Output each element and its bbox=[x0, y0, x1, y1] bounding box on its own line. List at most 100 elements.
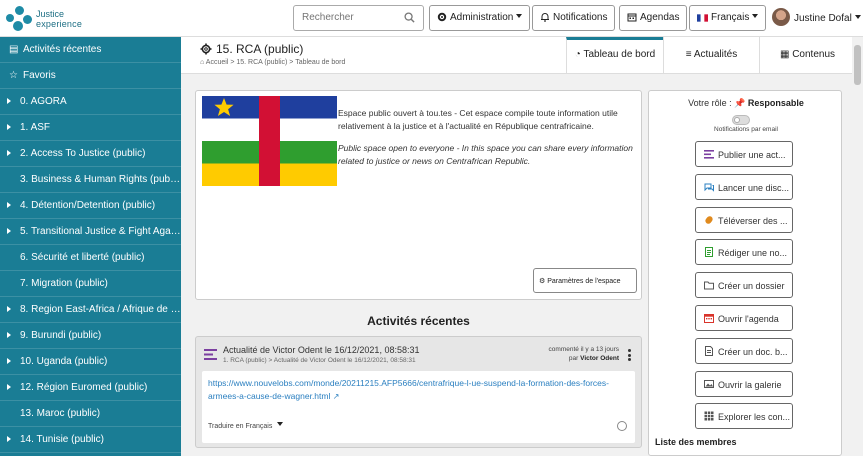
grid-icon: ▦ bbox=[779, 49, 790, 60]
user-menu[interactable]: Justine Dofal bbox=[772, 8, 861, 26]
logo-text-line2: experience bbox=[36, 19, 83, 29]
activity-body: https://www.nouvelobs.com/monde/20211215… bbox=[202, 371, 635, 443]
sidebar-item-space[interactable]: 14. Tunisie (public) bbox=[0, 427, 181, 453]
scrollbar[interactable] bbox=[852, 37, 863, 456]
chevron-right-icon[interactable] bbox=[7, 306, 11, 312]
recent-activities-title: Activités récentes bbox=[367, 314, 470, 328]
chevron-right-icon[interactable] bbox=[7, 436, 11, 442]
space-settings-button[interactable]: ⚙ Paramètres de l'espace bbox=[533, 268, 637, 293]
tab-news[interactable]: ≡ Actualités bbox=[663, 37, 759, 73]
sidebar-item-space[interactable]: 1. ASF bbox=[0, 115, 181, 141]
space-description: Espace public ouvert à tou.tes - Cet esp… bbox=[338, 107, 638, 168]
ouvrir-la-galerie-button[interactable]: Ouvrir la galerie bbox=[695, 370, 793, 397]
sidebar-item-recent-activities[interactable]: ▤ Activités récentes bbox=[0, 37, 181, 63]
action-label: Rédiger une no... bbox=[718, 248, 788, 259]
sidebar-item-space[interactable]: 6. Sécurité et liberté (public) bbox=[0, 245, 181, 271]
chevron-right-icon[interactable] bbox=[7, 202, 11, 208]
sidebar-item-space[interactable]: 9. Burundi (public) bbox=[0, 323, 181, 349]
chevron-right-icon[interactable] bbox=[7, 384, 11, 390]
sidebar-item-space[interactable]: 12. Région Euromed (public) bbox=[0, 375, 181, 401]
téléverser-des-button[interactable]: Téléverser des ... bbox=[695, 206, 793, 233]
more-options-icon[interactable] bbox=[628, 349, 631, 363]
sidebar-item-label: 6. Sécurité et liberté (public) bbox=[20, 252, 145, 263]
sidebar-item-label: 3. Business & Human Rights (public) bbox=[20, 174, 181, 185]
sidebar-item-label: 7. Migration (public) bbox=[20, 278, 108, 289]
chevron-right-icon[interactable] bbox=[7, 98, 11, 104]
gear-icon[interactable] bbox=[200, 43, 212, 55]
space-actions-panel: Votre rôle : 📌 Responsable Notifications… bbox=[648, 90, 842, 456]
sidebar-item-space[interactable]: 10. Uganda (public) bbox=[0, 349, 181, 375]
créer-un-doc-b-button[interactable]: Créer un doc. b... bbox=[695, 337, 793, 364]
agendas-button[interactable]: Agendas bbox=[619, 5, 688, 31]
top-bar: Justice experience Administration Notifi… bbox=[0, 0, 863, 37]
activity-title[interactable]: Actualité de Victor Odent le 16/12/2021,… bbox=[223, 345, 419, 355]
sidebar-item-space[interactable]: 4. Détention/Detention (public) bbox=[0, 193, 181, 219]
activity-item[interactable]: Actualité de Victor Odent le 16/12/2021,… bbox=[195, 336, 642, 448]
tab-contents[interactable]: ▦ Contenus bbox=[759, 37, 855, 73]
scrollbar-thumb[interactable] bbox=[854, 45, 861, 85]
chevron-right-icon[interactable] bbox=[7, 228, 11, 234]
description-english: Public space open to everyone - In this … bbox=[338, 143, 633, 166]
sidebar-item-space[interactable]: 2. Access To Justice (public) bbox=[0, 141, 181, 167]
sidebar-item-space[interactable]: 5. Transitional Justice & Fight Again... bbox=[0, 219, 181, 245]
search-box[interactable] bbox=[293, 5, 424, 31]
explorer-les-con-button[interactable]: Explorer les con... bbox=[695, 403, 793, 430]
breadcrumb-space[interactable]: 15. RCA (public) bbox=[236, 59, 287, 66]
chevron-right-icon[interactable] bbox=[7, 150, 11, 156]
sidebar-item-space[interactable]: 8. Region East-Africa / Afrique de l'... bbox=[0, 297, 181, 323]
action-label: Publier une act... bbox=[718, 150, 786, 160]
administration-menu-button[interactable]: Administration bbox=[429, 5, 531, 31]
document-icon bbox=[705, 345, 713, 356]
administration-label: Administration bbox=[450, 12, 514, 23]
logo[interactable]: Justice experience bbox=[6, 4, 106, 34]
action-label: Ouvrir l'agenda bbox=[718, 314, 779, 324]
notifications-label: Notifications bbox=[553, 12, 608, 23]
tab-dashboard[interactable]: ◔ Tableau de bord bbox=[566, 37, 663, 73]
activity-link[interactable]: https://www.nouvelobs.com/monde/20211215… bbox=[208, 377, 628, 403]
comments-icon bbox=[704, 183, 714, 192]
sidebar-item-label: 4. Détention/Detention (public) bbox=[20, 200, 156, 211]
sidebar-item-space[interactable]: 3. Business & Human Rights (public) bbox=[0, 167, 181, 193]
language-selector[interactable]: Français bbox=[689, 5, 767, 31]
sidebar-item-favorites[interactable]: ☆ Favoris bbox=[0, 63, 181, 89]
activity-author[interactable]: Victor Odent bbox=[580, 355, 619, 362]
gear-icon bbox=[437, 12, 447, 22]
breadcrumb-home[interactable]: Accueil bbox=[206, 59, 229, 66]
publier-une-act-button[interactable]: Publier une act... bbox=[695, 141, 793, 167]
sidebar-item-label: 12. Région Euromed (public) bbox=[20, 382, 148, 393]
créer-un-dossier-button[interactable]: Créer un dossier bbox=[695, 272, 793, 299]
list-icon: ▤ bbox=[9, 44, 19, 55]
sidebar-item-space[interactable]: 7. Migration (public) bbox=[0, 271, 181, 297]
sidebar-item-space[interactable]: 0. AGORA bbox=[0, 89, 181, 115]
rédiger-une-no-button[interactable]: Rédiger une no... bbox=[695, 239, 793, 266]
emoji-icon[interactable] bbox=[617, 421, 627, 431]
activity-link-text[interactable]: https://www.nouvelobs.com/monde/20211215… bbox=[208, 378, 609, 401]
star-icon: ☆ bbox=[9, 70, 18, 81]
sidebar-item-label: Favoris bbox=[23, 70, 56, 81]
user-role: Votre rôle : 📌 Responsable bbox=[649, 98, 843, 109]
page-header: 15. RCA (public) ⌂ Accueil > 15. RCA (pu… bbox=[181, 37, 863, 74]
page-title-text: 15. RCA (public) bbox=[216, 42, 304, 56]
activity-by: par bbox=[568, 355, 579, 362]
search-input[interactable] bbox=[302, 12, 397, 23]
translate-dropdown[interactable]: Traduire en Français bbox=[208, 422, 284, 430]
activity-time: commenté il y a 13 jours bbox=[548, 346, 619, 353]
note-icon bbox=[705, 247, 713, 258]
list-icon bbox=[204, 349, 217, 360]
sidebar-space-list: 0. AGORA 1. ASF 2. Access To Justice (publ… bbox=[0, 89, 181, 453]
lancer-une-disc-button[interactable]: Lancer une disc... bbox=[695, 173, 793, 200]
search-icon[interactable] bbox=[404, 12, 415, 23]
chevron-right-icon[interactable] bbox=[7, 358, 11, 364]
action-label: Téléverser des ... bbox=[718, 215, 788, 226]
calendar-icon bbox=[627, 13, 637, 22]
sidebar-item-label: 2. Access To Justice (public) bbox=[20, 148, 146, 159]
sidebar-item-label: 0. AGORA bbox=[20, 96, 67, 107]
email-notifications-toggle[interactable] bbox=[732, 115, 750, 125]
sidebar-item-label: Activités récentes bbox=[23, 44, 102, 55]
notifications-button[interactable]: Notifications bbox=[532, 5, 616, 31]
agendas-label: Agendas bbox=[640, 12, 680, 23]
chevron-right-icon[interactable] bbox=[7, 124, 11, 130]
ouvrir-l-agenda-button[interactable]: Ouvrir l'agenda bbox=[695, 305, 793, 331]
chevron-right-icon[interactable] bbox=[7, 332, 11, 338]
sidebar-item-space[interactable]: 13. Maroc (public) bbox=[0, 401, 181, 427]
